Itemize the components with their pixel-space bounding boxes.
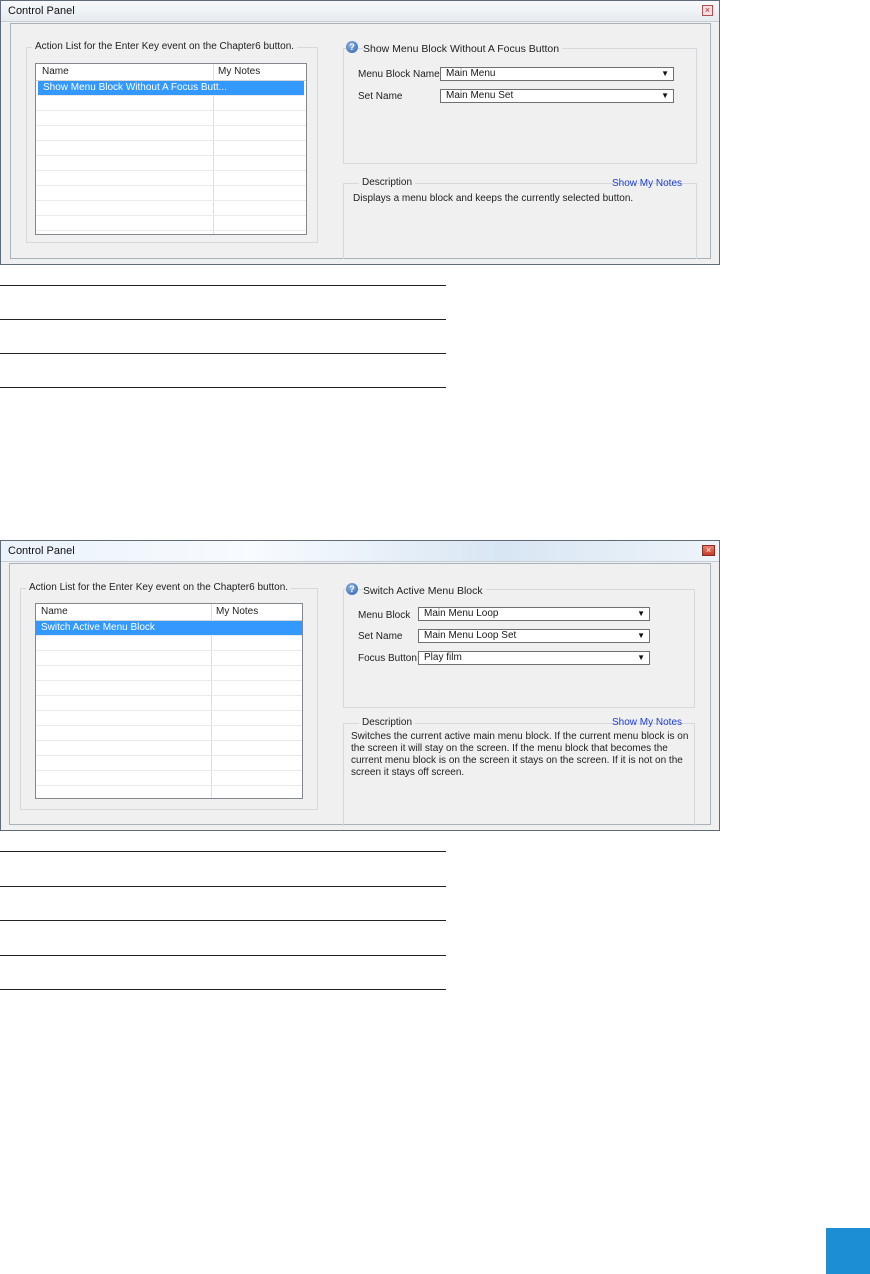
close-icon: × xyxy=(705,545,712,555)
divider-line xyxy=(0,989,446,990)
chevron-down-icon: ▼ xyxy=(661,69,669,78)
action-list[interactable]: Name My Notes Show Menu Block Without A … xyxy=(35,63,307,235)
menu-block-name-select[interactable]: Main Menu ▼ xyxy=(440,67,674,81)
list-item-empty xyxy=(36,156,306,171)
action-title: Show Menu Block Without A Focus Button xyxy=(363,43,563,55)
column-header-name[interactable]: Name xyxy=(41,606,68,617)
close-button[interactable]: × xyxy=(702,5,713,16)
list-item-empty xyxy=(36,666,302,681)
panel-body: Action List for the Enter Key event on t… xyxy=(9,563,711,826)
action-title: Switch Active Menu Block xyxy=(363,585,486,597)
description-label: Description xyxy=(359,717,416,728)
set-name-label: Set Name xyxy=(358,631,403,642)
list-item-empty xyxy=(36,126,306,141)
focus-button-label: Focus Button xyxy=(358,653,417,664)
set-name-select[interactable]: Main Menu Loop Set ▼ xyxy=(418,629,650,643)
window-title: Control Panel xyxy=(8,545,75,557)
divider-line xyxy=(0,886,446,887)
list-item-empty xyxy=(36,651,302,666)
control-panel-window-2: Control Panel × Action List for the Ente… xyxy=(0,540,720,831)
action-list-label: Action List for the Enter Key event on t… xyxy=(32,41,298,52)
description-label: Description xyxy=(359,177,416,188)
focus-button-value: Play film xyxy=(424,652,462,663)
menu-block-value: Main Menu Loop xyxy=(424,608,499,619)
show-my-notes-link[interactable]: Show My Notes xyxy=(612,717,682,728)
menu-block-name-value: Main Menu xyxy=(446,68,496,79)
description-text: Displays a menu block and keeps the curr… xyxy=(353,193,634,204)
divider-line xyxy=(0,353,446,354)
control-panel-window-1: Control Panel × Action List for the Ente… xyxy=(0,0,720,265)
divider-line xyxy=(0,920,446,921)
list-item-empty xyxy=(36,696,302,711)
focus-button-select[interactable]: Play film ▼ xyxy=(418,651,650,665)
list-item-empty xyxy=(36,786,302,798)
list-item-empty xyxy=(36,111,306,126)
list-item-empty xyxy=(36,201,306,216)
info-icon: ? xyxy=(346,41,358,53)
chevron-down-icon: ▼ xyxy=(637,653,645,662)
chevron-down-icon: ▼ xyxy=(637,631,645,640)
divider-line xyxy=(0,285,446,286)
set-name-value: Main Menu Loop Set xyxy=(424,630,517,641)
divider-line xyxy=(0,955,446,956)
panel-body: Action List for the Enter Key event on t… xyxy=(10,23,711,259)
list-item-empty xyxy=(36,711,302,726)
set-name-value: Main Menu Set xyxy=(446,90,514,101)
close-icon: × xyxy=(704,5,711,15)
list-item-empty xyxy=(36,681,302,696)
page-tab-marker xyxy=(826,1228,870,1274)
list-item-empty xyxy=(36,171,306,186)
list-item-empty xyxy=(36,141,306,156)
column-header-notes[interactable]: My Notes xyxy=(218,66,260,77)
set-name-select[interactable]: Main Menu Set ▼ xyxy=(440,89,674,103)
list-item-empty xyxy=(36,636,302,651)
list-item-name: Show Menu Block Without A Focus Butt... xyxy=(43,82,227,93)
action-list-group: Action List for the Enter Key event on t… xyxy=(26,41,318,243)
action-list[interactable]: Name My Notes Switch Active Menu Block xyxy=(35,603,303,799)
title-bar[interactable]: Control Panel × xyxy=(1,1,719,22)
column-header-name[interactable]: Name xyxy=(42,66,69,77)
list-item-empty xyxy=(36,756,302,771)
description-text: Switches the current active main menu bl… xyxy=(351,731,689,778)
list-item-name: Switch Active Menu Block xyxy=(41,622,155,633)
show-my-notes-link[interactable]: Show My Notes xyxy=(612,178,682,189)
list-item-empty xyxy=(36,726,302,741)
list-item[interactable]: Switch Active Menu Block xyxy=(36,621,302,636)
divider-line xyxy=(0,319,446,320)
menu-block-label: Menu Block xyxy=(358,610,411,621)
close-button[interactable]: × xyxy=(702,545,715,556)
list-item-empty xyxy=(36,186,306,201)
list-item-empty xyxy=(36,216,306,231)
divider-line xyxy=(0,851,446,852)
title-bar[interactable]: Control Panel × xyxy=(1,541,719,562)
column-header-notes[interactable]: My Notes xyxy=(216,606,258,617)
window-title: Control Panel xyxy=(8,5,75,17)
set-name-label: Set Name xyxy=(358,91,403,102)
action-list-label: Action List for the Enter Key event on t… xyxy=(26,582,292,593)
list-item-empty xyxy=(36,741,302,756)
list-item-empty xyxy=(36,771,302,786)
list-header: Name My Notes xyxy=(36,604,302,621)
action-list-group: Action List for the Enter Key event on t… xyxy=(20,582,318,810)
chevron-down-icon: ▼ xyxy=(637,609,645,618)
divider-line xyxy=(0,387,446,388)
list-item-empty xyxy=(36,96,306,111)
list-header: Name My Notes xyxy=(36,64,306,81)
menu-block-name-label: Menu Block Name xyxy=(358,69,440,80)
chevron-down-icon: ▼ xyxy=(661,91,669,100)
action-settings-group xyxy=(343,48,697,164)
info-icon: ? xyxy=(346,583,358,595)
menu-block-select[interactable]: Main Menu Loop ▼ xyxy=(418,607,650,621)
list-item[interactable]: Show Menu Block Without A Focus Butt... xyxy=(38,81,304,96)
